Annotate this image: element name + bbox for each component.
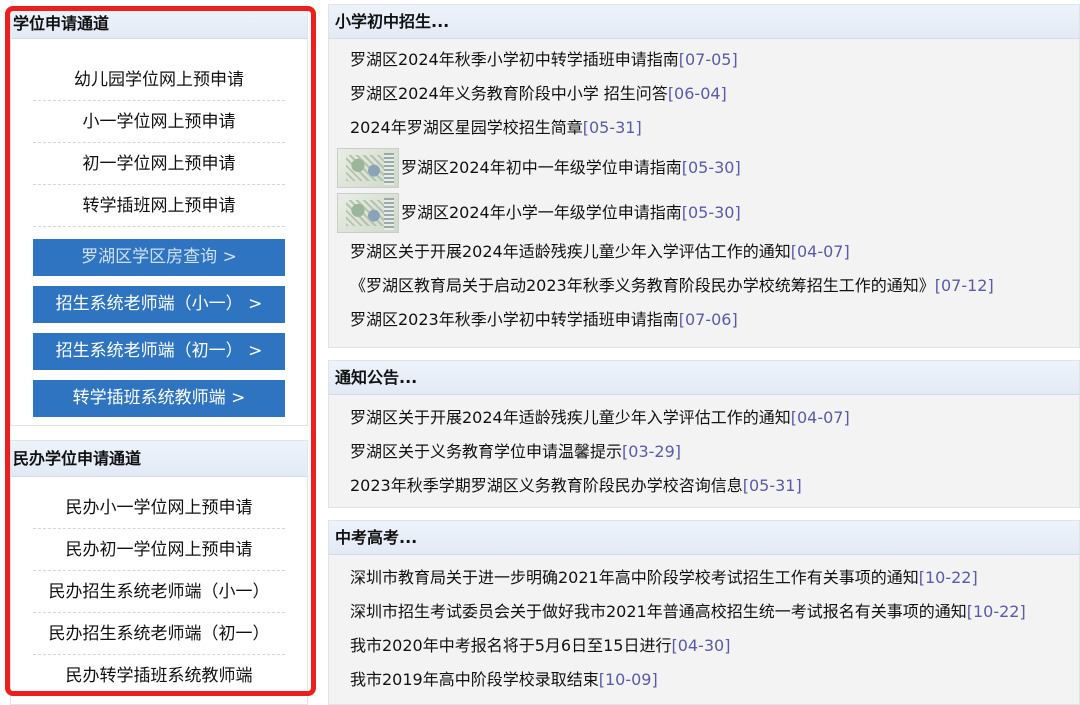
news-item[interactable]: 罗湖区2023年秋季小学初中转学插班申请指南[07-06] <box>329 303 1079 337</box>
notice-item[interactable]: 罗湖区关于开展2024年适龄残疾儿童少年入学评估工作的通知[04-07] <box>329 401 1079 435</box>
news-title: 罗湖区2024年小学一年级学位申请指南 <box>401 203 682 222</box>
exam-date: [10-22] <box>918 568 978 587</box>
kindergarten-preapply-link[interactable]: 幼儿园学位网上预申请 <box>33 59 285 101</box>
notice-item[interactable]: 罗湖区关于义务教育学位申请温馨提示[03-29] <box>329 435 1079 469</box>
news-item[interactable]: 《罗湖区教育局关于启动2023年秋季义务教育阶段民办学校统筹招生工作的通知》[0… <box>329 269 1079 303</box>
notice-title: 罗湖区关于开展2024年适龄残疾儿童少年入学评估工作的通知 <box>350 408 791 427</box>
sidebar: 学位申请通道 幼儿园学位网上预申请 小一学位网上预申请 初一学位网上预申请 转学… <box>0 0 316 705</box>
private-transfer-teacher-link[interactable]: 民办转学插班系统教师端 <box>33 655 285 697</box>
admission-section-title[interactable]: 小学初中招生... <box>329 5 1079 39</box>
exam-title: 深圳市教育局关于进一步明确2021年高中阶段学校考试招生工作有关事项的通知 <box>350 568 919 587</box>
exam-item[interactable]: 我市2019年高中阶段学校录取结束[10-09] <box>329 663 1079 697</box>
news-date: [07-12] <box>934 276 994 295</box>
exam-title: 我市2020年中考报名将于5月6日至15日进行 <box>350 636 672 655</box>
exam-title: 我市2019年高中阶段学校录取结束 <box>350 670 599 689</box>
map-thumbnail-icon <box>337 192 399 233</box>
news-date: [05-31] <box>582 118 642 137</box>
exams-section: 中考高考... 深圳市教育局关于进一步明确2021年高中阶段学校考试招生工作有关… <box>328 520 1080 705</box>
map-thumbnail-icon <box>337 147 399 188</box>
news-title: 罗湖区2023年秋季小学初中转学插班申请指南 <box>350 310 679 329</box>
news-date: [07-06] <box>678 310 738 329</box>
notices-section: 通知公告... 罗湖区关于开展2024年适龄残疾儿童少年入学评估工作的通知[04… <box>328 360 1080 508</box>
exam-item[interactable]: 我市2020年中考报名将于5月6日至15日进行[04-30] <box>329 629 1079 663</box>
exam-date: [10-22] <box>966 602 1026 621</box>
exam-title: 深圳市招生考试委员会关于做好我市2021年普通高校招生统一考试报名有关事项的通知 <box>350 602 967 621</box>
news-date: [07-05] <box>678 50 738 69</box>
exams-section-title[interactable]: 中考高考... <box>329 521 1079 555</box>
notice-title: 2023年秋季学期罗湖区义务教育阶段民办学校咨询信息 <box>350 476 743 495</box>
private-application-panel: 民办学位申请通道 民办小一学位网上预申请 民办初一学位网上预申请 民办招生系统老… <box>10 440 308 705</box>
news-item[interactable]: 罗湖区2024年小学一年级学位申请指南 [05-30] <box>329 190 1079 235</box>
news-item[interactable]: 罗湖区2024年初中一年级学位申请指南 [05-30] <box>329 145 1079 190</box>
news-date: [05-30] <box>681 158 741 177</box>
notice-date: [03-29] <box>622 442 681 461</box>
news-item[interactable]: 罗湖区2024年秋季小学初中转学插班申请指南[07-05] <box>329 43 1079 77</box>
exam-date: [10-09] <box>598 670 658 689</box>
news-title: 罗湖区2024年义务教育阶段中小学 招生问答 <box>350 84 668 103</box>
news-title: 罗湖区关于开展2024年适龄残疾儿童少年入学评估工作的通知 <box>350 242 791 261</box>
school-district-query-button[interactable]: 罗湖区学区房查询 > <box>33 239 285 276</box>
notices-section-title[interactable]: 通知公告... <box>329 361 1079 395</box>
private-teacher-grade7-link[interactable]: 民办招生系统老师端（初一） <box>33 613 285 655</box>
transfer-preapply-link[interactable]: 转学插班网上预申请 <box>33 185 285 227</box>
news-item[interactable]: 罗湖区2024年义务教育阶段中小学 招生问答[06-04] <box>329 77 1079 111</box>
exam-date: [04-30] <box>671 636 731 655</box>
news-title: 《罗湖区教育局关于启动2023年秋季义务教育阶段民办学校统筹招生工作的通知》 <box>350 276 935 295</box>
exam-item[interactable]: 深圳市教育局关于进一步明确2021年高中阶段学校考试招生工作有关事项的通知[10… <box>329 561 1079 595</box>
notice-item[interactable]: 2023年秋季学期罗湖区义务教育阶段民办学校咨询信息[05-31] <box>329 469 1079 503</box>
private-grade7-preapply-link[interactable]: 民办初一学位网上预申请 <box>33 529 285 571</box>
news-title: 2024年罗湖区星园学校招生简章 <box>350 118 583 137</box>
private-grade1-preapply-link[interactable]: 民办小一学位网上预申请 <box>33 487 285 529</box>
teacher-portal-grade1-button[interactable]: 招生系统老师端（小一） > <box>33 286 285 323</box>
admission-section: 小学初中招生... 罗湖区2024年秋季小学初中转学插班申请指南[07-05] … <box>328 4 1080 348</box>
news-date: [05-30] <box>681 203 741 222</box>
news-item[interactable]: 罗湖区关于开展2024年适龄残疾儿童少年入学评估工作的通知[04-07] <box>329 235 1079 269</box>
teacher-portal-grade7-button[interactable]: 招生系统老师端（初一） > <box>33 333 285 370</box>
news-item[interactable]: 2024年罗湖区星园学校招生简章[05-31] <box>329 111 1079 145</box>
private-panel-title: 民办学位申请通道 <box>11 441 307 477</box>
news-title: 罗湖区2024年初中一年级学位申请指南 <box>401 158 682 177</box>
exam-item[interactable]: 深圳市招生考试委员会关于做好我市2021年普通高校招生统一考试报名有关事项的通知… <box>329 595 1079 629</box>
news-date: [06-04] <box>667 84 727 103</box>
transfer-teacher-portal-button[interactable]: 转学插班系统教师端 > <box>33 380 285 417</box>
notice-date: [04-07] <box>790 408 850 427</box>
public-panel-title: 学位申请通道 <box>11 9 307 39</box>
private-teacher-grade1-link[interactable]: 民办招生系统老师端（小一） <box>33 571 285 613</box>
notice-title: 罗湖区关于义务教育学位申请温馨提示 <box>350 442 623 461</box>
grade7-preapply-link[interactable]: 初一学位网上预申请 <box>33 143 285 185</box>
public-application-panel: 学位申请通道 幼儿园学位网上预申请 小一学位网上预申请 初一学位网上预申请 转学… <box>10 8 308 426</box>
news-title: 罗湖区2024年秋季小学初中转学插班申请指南 <box>350 50 679 69</box>
notice-date: [05-31] <box>742 476 802 495</box>
news-date: [04-07] <box>790 242 850 261</box>
grade1-preapply-link[interactable]: 小一学位网上预申请 <box>33 101 285 143</box>
